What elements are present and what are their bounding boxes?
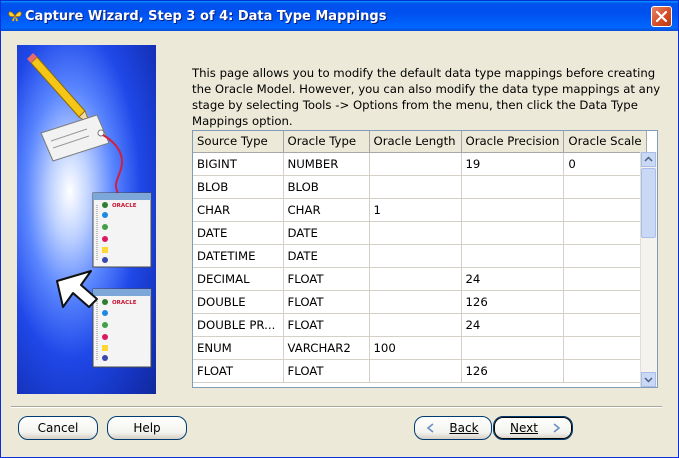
cell-oracle-length[interactable] bbox=[369, 290, 462, 314]
close-button[interactable] bbox=[651, 6, 672, 27]
cell-oracle-type[interactable]: NUMBER bbox=[283, 152, 370, 176]
cell-oracle-type[interactable]: CHAR bbox=[283, 198, 370, 222]
scroll-thumb[interactable] bbox=[641, 168, 656, 238]
cell-source-type[interactable]: CHAR bbox=[193, 198, 284, 222]
cell-oracle-type[interactable]: FLOAT bbox=[283, 267, 370, 291]
cell-oracle-length[interactable] bbox=[369, 267, 462, 291]
table-header-row: Source Type Oracle Type Oracle Length Or… bbox=[193, 131, 647, 153]
footer-divider bbox=[11, 406, 662, 408]
data-type-mappings-grid[interactable]: Source Type Oracle Type Oracle Length Or… bbox=[192, 130, 658, 388]
column-header-oracle-length[interactable]: Oracle Length bbox=[369, 131, 462, 153]
scroll-up-button[interactable] bbox=[641, 152, 656, 167]
cell-oracle-length[interactable] bbox=[369, 359, 462, 383]
cell-oracle-scale[interactable] bbox=[563, 267, 647, 291]
title-bar: Capture Wizard, Step 3 of 4: Data Type M… bbox=[1, 1, 678, 31]
column-header-source-type[interactable]: Source Type bbox=[193, 131, 284, 153]
cell-source-type[interactable]: DATE bbox=[193, 221, 284, 245]
cell-oracle-scale[interactable] bbox=[563, 313, 647, 337]
cell-oracle-type[interactable]: DATE bbox=[283, 244, 370, 268]
table-row[interactable]: CHAR CHAR 1 bbox=[193, 198, 647, 222]
cell-oracle-length[interactable] bbox=[369, 244, 462, 268]
mappings-table: Source Type Oracle Type Oracle Length Or… bbox=[193, 131, 647, 383]
cell-source-type[interactable]: BLOB bbox=[193, 175, 284, 199]
cell-oracle-length[interactable] bbox=[369, 175, 462, 199]
cell-oracle-precision[interactable] bbox=[461, 336, 565, 360]
next-button[interactable]: Next bbox=[493, 416, 573, 440]
cell-oracle-precision[interactable]: 126 bbox=[461, 290, 565, 314]
capture-wizard-window: Capture Wizard, Step 3 of 4: Data Type M… bbox=[0, 0, 679, 458]
cancel-button-label: Cancel bbox=[37, 421, 79, 435]
cell-oracle-length[interactable] bbox=[369, 313, 462, 337]
scroll-down-button[interactable] bbox=[641, 372, 656, 387]
table-row[interactable]: BIGINT NUMBER 19 0 bbox=[193, 152, 647, 176]
schema-tree-card-upper: ORACLE bbox=[92, 192, 152, 268]
cell-source-type[interactable]: ENUM bbox=[193, 336, 284, 360]
cell-oracle-scale[interactable] bbox=[563, 244, 647, 268]
column-header-oracle-scale[interactable]: Oracle Scale bbox=[563, 131, 647, 153]
cell-oracle-type[interactable]: BLOB bbox=[283, 175, 370, 199]
cell-oracle-scale[interactable] bbox=[563, 336, 647, 360]
cell-oracle-length[interactable] bbox=[369, 221, 462, 245]
cell-oracle-precision[interactable]: 19 bbox=[461, 152, 565, 176]
cell-source-type[interactable]: DOUBLE bbox=[193, 290, 284, 314]
wizard-butterfly-icon bbox=[8, 11, 22, 22]
cell-source-type[interactable]: DECIMAL bbox=[193, 267, 284, 291]
cancel-button[interactable]: Cancel bbox=[18, 416, 98, 440]
window-title: Capture Wizard, Step 3 of 4: Data Type M… bbox=[25, 9, 387, 24]
table-row[interactable]: DECIMAL FLOAT 24 bbox=[193, 267, 647, 291]
vertical-scrollbar[interactable] bbox=[640, 152, 657, 387]
scroll-up-icon bbox=[644, 156, 653, 162]
next-arrow-icon bbox=[553, 423, 561, 433]
column-header-oracle-precision[interactable]: Oracle Precision bbox=[461, 131, 565, 153]
table-row[interactable]: FLOAT FLOAT 126 bbox=[193, 359, 647, 383]
help-button[interactable]: Help bbox=[107, 416, 187, 440]
cell-oracle-length[interactable]: 1 bbox=[369, 198, 462, 222]
cell-oracle-scale[interactable] bbox=[563, 198, 647, 222]
cell-oracle-scale[interactable] bbox=[563, 221, 647, 245]
cell-source-type[interactable]: BIGINT bbox=[193, 152, 284, 176]
schema-tree-card-lower: ORACLE bbox=[92, 288, 152, 368]
cell-oracle-precision[interactable]: 24 bbox=[461, 313, 565, 337]
back-arrow-icon bbox=[426, 423, 434, 433]
tag-icon bbox=[40, 114, 123, 196]
oracle-tag-text-lower: ORACLE bbox=[112, 300, 137, 306]
scroll-down-icon bbox=[644, 377, 653, 383]
help-button-label: Help bbox=[133, 421, 161, 435]
column-header-oracle-type[interactable]: Oracle Type bbox=[283, 131, 370, 153]
page-description: This page allows you to modify the defau… bbox=[192, 66, 661, 128]
cell-oracle-scale[interactable] bbox=[563, 359, 647, 383]
table-row[interactable]: DATETIME DATE bbox=[193, 244, 647, 268]
cell-oracle-scale[interactable]: 0 bbox=[563, 152, 647, 176]
cell-oracle-type[interactable]: FLOAT bbox=[283, 359, 370, 383]
cell-oracle-length[interactable]: 100 bbox=[369, 336, 462, 360]
cell-oracle-type[interactable]: DATE bbox=[283, 221, 370, 245]
cell-oracle-type[interactable]: FLOAT bbox=[283, 313, 370, 337]
cell-oracle-type[interactable]: FLOAT bbox=[283, 290, 370, 314]
cell-oracle-scale[interactable] bbox=[563, 175, 647, 199]
cell-oracle-precision[interactable] bbox=[461, 244, 565, 268]
close-icon bbox=[656, 11, 667, 22]
table-row[interactable]: BLOB BLOB bbox=[193, 175, 647, 199]
wizard-illustration: ORACLE ORACLE bbox=[17, 45, 156, 394]
pencil-icon bbox=[27, 53, 91, 125]
cell-oracle-precision[interactable]: 126 bbox=[461, 359, 565, 383]
oracle-tag-text: ORACLE bbox=[112, 203, 137, 209]
illustration-graphic: ORACLE ORACLE bbox=[27, 53, 152, 368]
cell-oracle-precision[interactable] bbox=[461, 175, 565, 199]
pointer-arrow-icon bbox=[56, 270, 98, 308]
table-row[interactable]: DOUBLE PR... FLOAT 24 bbox=[193, 313, 647, 337]
table-row[interactable]: ENUM VARCHAR2 100 bbox=[193, 336, 647, 360]
cell-oracle-scale[interactable] bbox=[563, 290, 647, 314]
cell-source-type[interactable]: DOUBLE PR... bbox=[193, 313, 284, 337]
cell-oracle-type[interactable]: VARCHAR2 bbox=[283, 336, 370, 360]
cell-oracle-length[interactable] bbox=[369, 152, 462, 176]
cell-oracle-precision[interactable] bbox=[461, 221, 565, 245]
table-row[interactable]: DOUBLE FLOAT 126 bbox=[193, 290, 647, 314]
table-row[interactable]: DATE DATE bbox=[193, 221, 647, 245]
back-button[interactable]: Back bbox=[414, 416, 492, 440]
cell-oracle-precision[interactable] bbox=[461, 198, 565, 222]
cell-source-type[interactable]: FLOAT bbox=[193, 359, 284, 383]
cell-source-type[interactable]: DATETIME bbox=[193, 244, 284, 268]
cell-oracle-precision[interactable]: 24 bbox=[461, 267, 565, 291]
